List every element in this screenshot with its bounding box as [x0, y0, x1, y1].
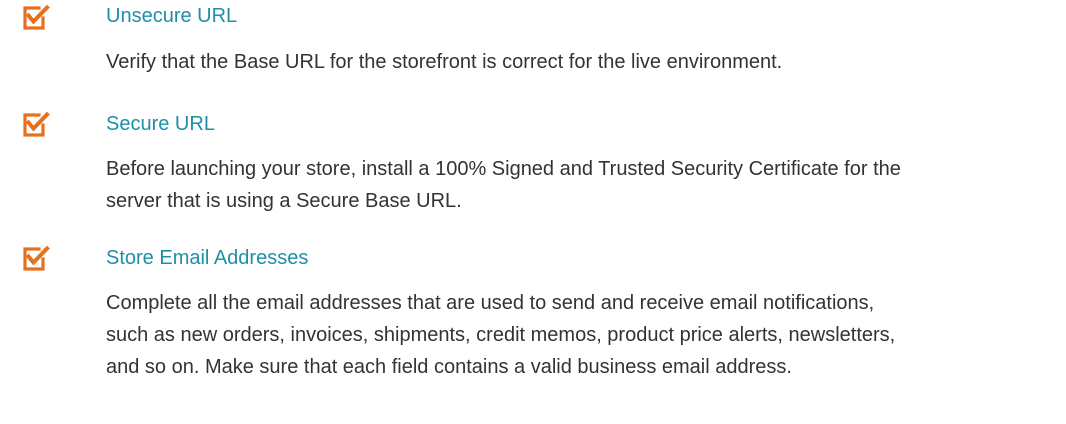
checked-box-icon — [22, 246, 50, 272]
item-description: Before launching your store, install a 1… — [106, 158, 901, 212]
checked-box-icon — [22, 5, 50, 31]
item-title-link[interactable]: Secure URL — [106, 112, 215, 136]
item-title-link[interactable]: Store Email Addresses — [106, 246, 308, 270]
item-description: Complete all the email addresses that ar… — [106, 292, 896, 378]
item-description: Verify that the Base URL for the storefr… — [106, 51, 783, 73]
item-title-link[interactable]: Unsecure URL — [106, 4, 237, 28]
checked-box-icon — [22, 112, 50, 138]
